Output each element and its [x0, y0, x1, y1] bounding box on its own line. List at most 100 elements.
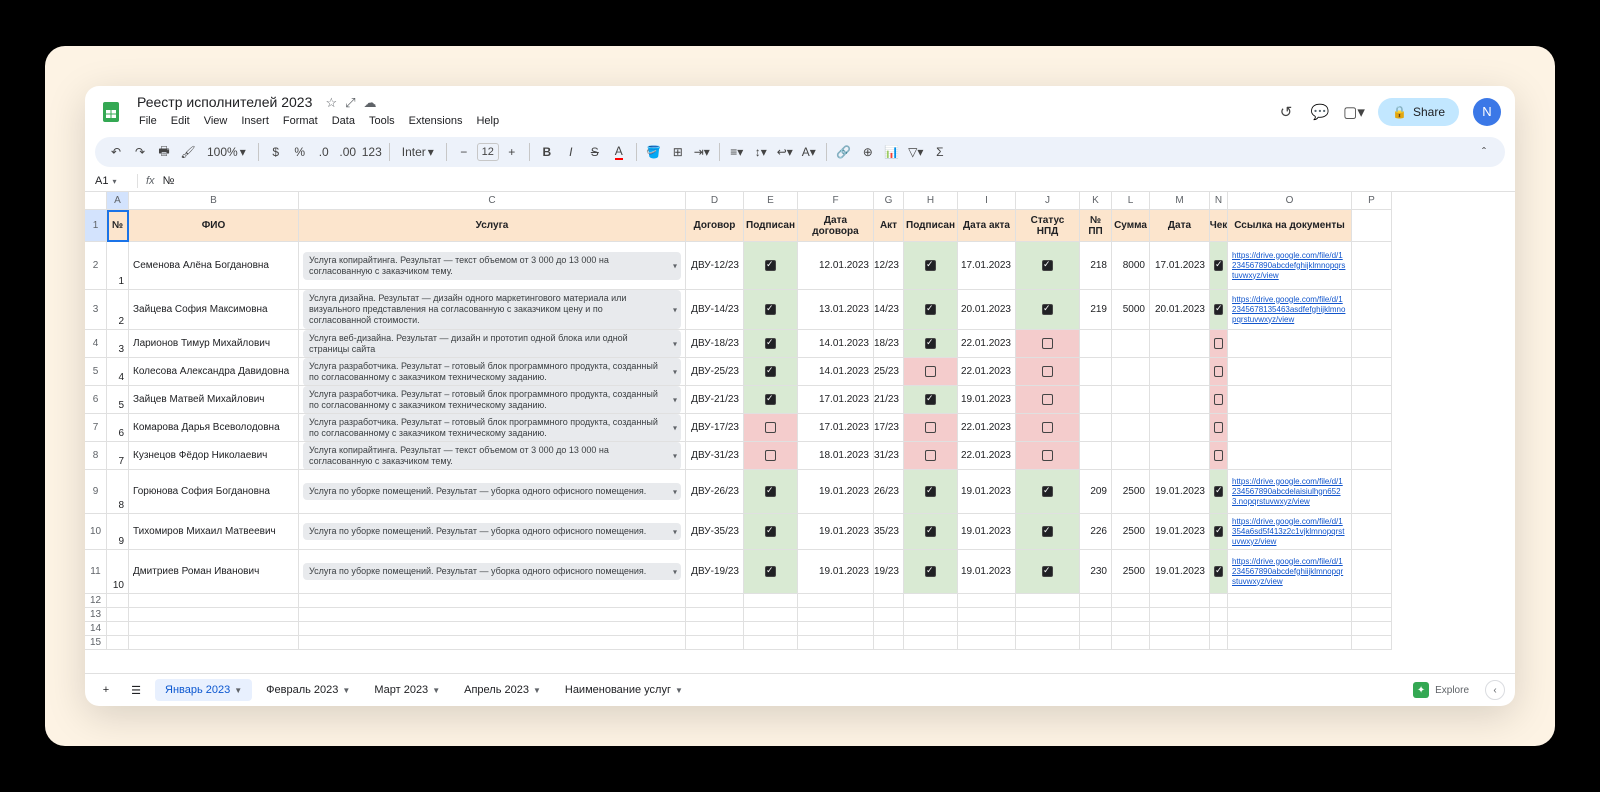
checkbox[interactable]	[765, 338, 776, 349]
cell[interactable]	[1080, 636, 1112, 650]
cell[interactable]	[1016, 622, 1080, 636]
cell[interactable]: 13.01.2023	[798, 290, 874, 330]
cell[interactable]	[1112, 386, 1150, 414]
sheets-logo-icon[interactable]	[99, 96, 123, 128]
align-icon[interactable]: ≡▾	[726, 140, 748, 164]
cell[interactable]	[107, 608, 129, 622]
checkbox[interactable]	[925, 486, 936, 497]
row-header[interactable]: 8	[85, 442, 107, 470]
column-header[interactable]: B	[129, 192, 299, 210]
cell[interactable]: Услуга разработчика. Результат – готовый…	[299, 414, 686, 442]
cell[interactable]: 17.01.2023	[958, 242, 1016, 290]
cell[interactable]	[744, 550, 798, 594]
cell[interactable]: 19.01.2023	[958, 470, 1016, 514]
cell[interactable]	[904, 358, 958, 386]
row-header[interactable]: 1	[85, 210, 107, 242]
cell[interactable]: Услуга копирайтинга. Результат — текст о…	[299, 242, 686, 290]
cell[interactable]	[1228, 330, 1352, 358]
cell[interactable]	[744, 358, 798, 386]
decrease-decimal-icon[interactable]: .0	[313, 140, 335, 164]
cell[interactable]	[1150, 386, 1210, 414]
checkbox[interactable]	[1214, 260, 1223, 271]
checkbox[interactable]	[765, 526, 776, 537]
header-cell[interactable]: Акт	[874, 210, 904, 242]
cell[interactable]	[874, 622, 904, 636]
cell[interactable]	[1112, 358, 1150, 386]
checkbox[interactable]	[1214, 566, 1223, 577]
cell[interactable]: 10	[107, 550, 129, 594]
cell[interactable]: 19.01.2023	[1150, 470, 1210, 514]
cell[interactable]	[1352, 636, 1392, 650]
service-chip[interactable]: Услуга разработчика. Результат – готовый…	[303, 386, 681, 414]
sheet-tab[interactable]: Январь 2023▼	[155, 679, 252, 701]
cell[interactable]: 22.01.2023	[958, 442, 1016, 470]
header-cell[interactable]: Дата договора	[798, 210, 874, 242]
cell[interactable]: Услуга по уборке помещений. Результат — …	[299, 470, 686, 514]
cell[interactable]	[958, 608, 1016, 622]
side-panel-toggle-icon[interactable]: ‹	[1485, 680, 1505, 700]
cell[interactable]: ДВУ-25/23	[686, 358, 744, 386]
cell[interactable]	[1080, 386, 1112, 414]
checkbox[interactable]	[925, 394, 936, 405]
sheet-tab[interactable]: Наименование услуг▼	[555, 679, 693, 701]
cell[interactable]	[1150, 622, 1210, 636]
cell[interactable]	[904, 550, 958, 594]
cell[interactable]: Услуга копирайтинга. Результат — текст о…	[299, 442, 686, 470]
cell[interactable]	[1210, 414, 1228, 442]
cell[interactable]: https://drive.google.com/file/d/12345678…	[1228, 242, 1352, 290]
explore-icon[interactable]: ✦	[1413, 682, 1429, 698]
cell[interactable]	[1016, 290, 1080, 330]
checkbox[interactable]	[1042, 486, 1053, 497]
header-cell[interactable]: Подписан	[744, 210, 798, 242]
cloud-icon[interactable]: ☁	[364, 95, 377, 111]
checkbox[interactable]	[1042, 566, 1053, 577]
comment-add-icon[interactable]: ⊕	[857, 140, 879, 164]
cell[interactable]	[904, 414, 958, 442]
cell[interactable]: 19.01.2023	[798, 550, 874, 594]
cell[interactable]	[129, 608, 299, 622]
cell[interactable]	[798, 622, 874, 636]
cell[interactable]: 31/23	[874, 442, 904, 470]
cell[interactable]: 2500	[1112, 514, 1150, 550]
checkbox[interactable]	[765, 486, 776, 497]
zoom-select[interactable]: 100% ▾	[201, 140, 252, 164]
cell[interactable]: 12.01.2023	[798, 242, 874, 290]
cell[interactable]	[1352, 622, 1392, 636]
menu-insert[interactable]: Insert	[235, 113, 275, 129]
cell[interactable]: 209	[1080, 470, 1112, 514]
cell[interactable]: 226	[1080, 514, 1112, 550]
cell[interactable]: ДВУ-18/23	[686, 330, 744, 358]
cell[interactable]	[129, 594, 299, 608]
cell[interactable]: 14.01.2023	[798, 358, 874, 386]
explore-label[interactable]: Explore	[1435, 685, 1469, 696]
cell[interactable]	[1016, 442, 1080, 470]
column-header[interactable]: D	[686, 192, 744, 210]
cell[interactable]	[299, 594, 686, 608]
header-cell[interactable]: Дата акта	[958, 210, 1016, 242]
row-header[interactable]: 12	[85, 594, 107, 608]
cell[interactable]	[1150, 358, 1210, 386]
cell[interactable]: 5	[107, 386, 129, 414]
tab-menu-icon[interactable]: ▼	[342, 686, 350, 695]
header-cell[interactable]: Чек	[1210, 210, 1228, 242]
cell[interactable]: 18/23	[874, 330, 904, 358]
cell[interactable]	[1228, 386, 1352, 414]
row-header[interactable]: 9	[85, 470, 107, 514]
service-chip[interactable]: Услуга по уборке помещений. Результат — …	[303, 563, 681, 580]
document-link[interactable]: https://drive.google.com/file/d/12345678…	[1232, 477, 1347, 507]
percent-icon[interactable]: %	[289, 140, 311, 164]
cell[interactable]	[1210, 550, 1228, 594]
cell[interactable]	[1150, 330, 1210, 358]
cell[interactable]	[744, 594, 798, 608]
column-header[interactable]: I	[958, 192, 1016, 210]
menu-view[interactable]: View	[198, 113, 234, 129]
share-button[interactable]: 🔒 Share	[1378, 98, 1459, 126]
cell[interactable]	[958, 636, 1016, 650]
cell[interactable]	[1352, 550, 1392, 594]
row-header[interactable]: 5	[85, 358, 107, 386]
all-sheets-icon[interactable]: ☰	[125, 678, 147, 702]
cell[interactable]	[1228, 442, 1352, 470]
cell[interactable]	[1080, 594, 1112, 608]
cell[interactable]	[1352, 414, 1392, 442]
cell[interactable]: 35/23	[874, 514, 904, 550]
